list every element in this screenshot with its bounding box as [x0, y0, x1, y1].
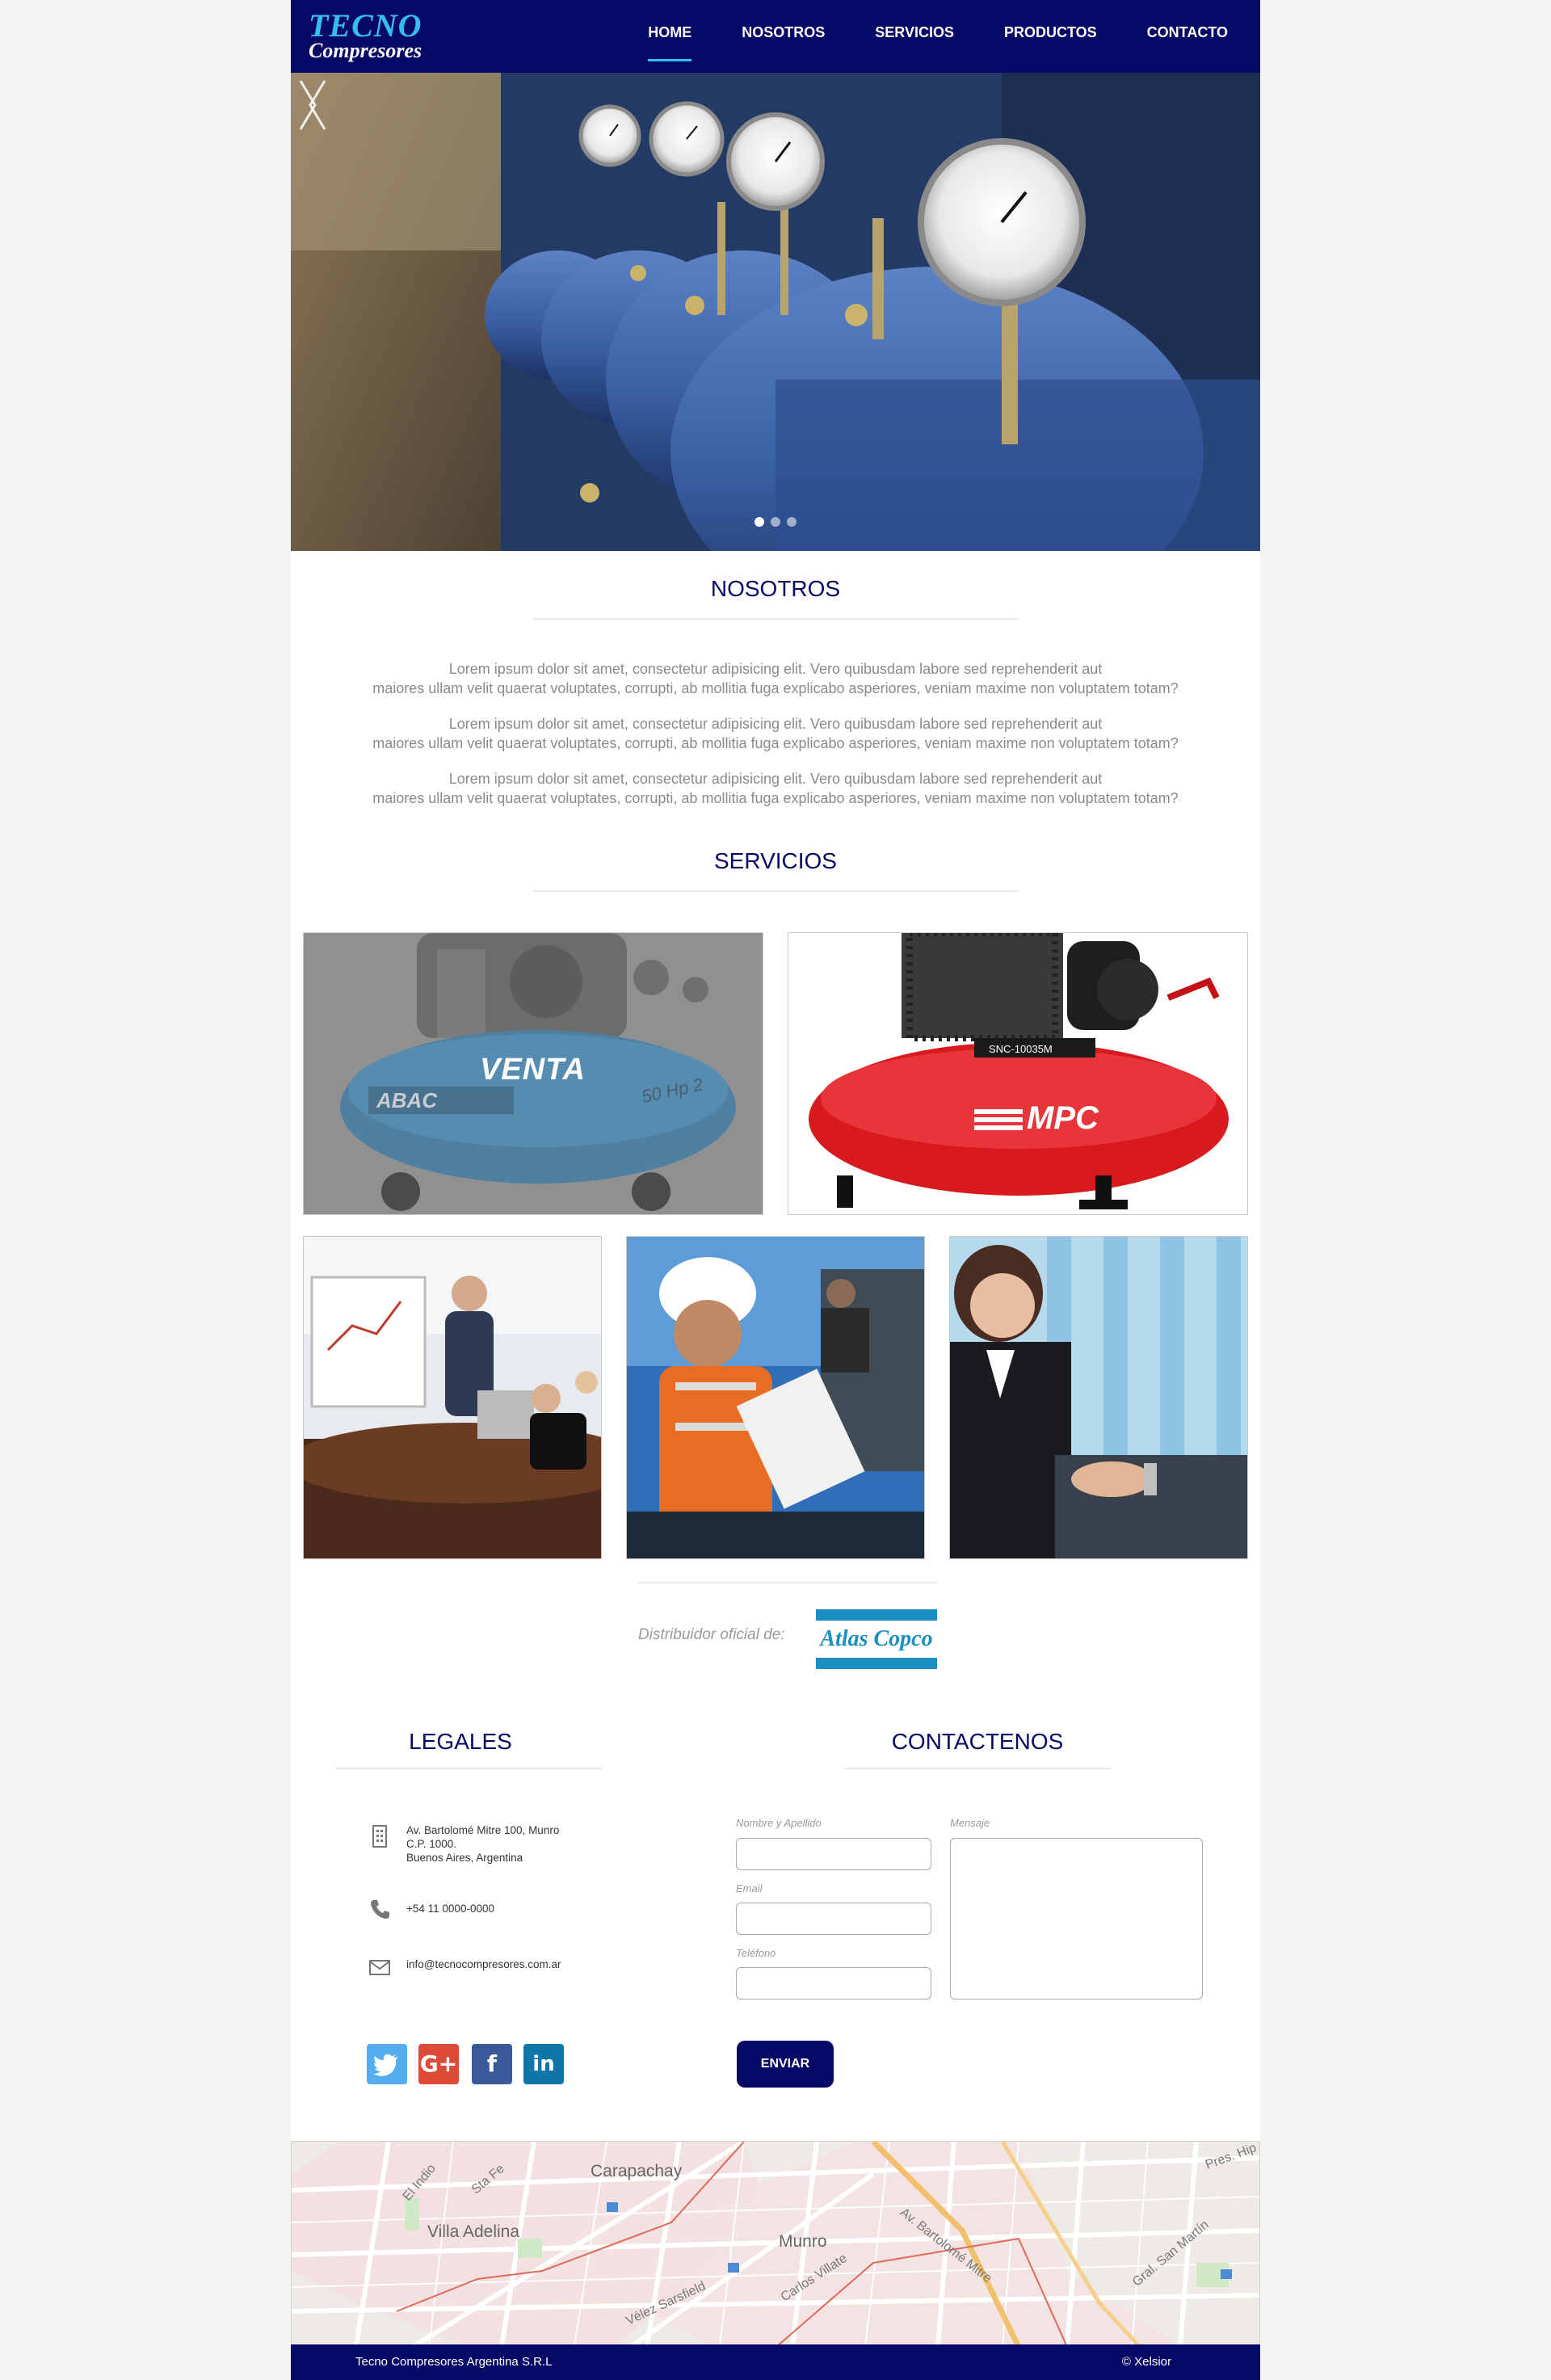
linkedin-icon: in [532, 2052, 555, 2076]
phone-icon [371, 1900, 389, 1919]
carousel-dot-1[interactable] [754, 517, 764, 527]
paragraph-line: Lorem ipsum dolor sit amet, consectetur … [448, 661, 1103, 677]
name-label: Nombre y Apellido [736, 1817, 822, 1829]
carousel-next-arrow[interactable] [291, 73, 323, 137]
nav-productos[interactable]: PRODUCTOS [1004, 0, 1097, 73]
nav-servicios[interactable]: SERVICIOS [875, 0, 954, 73]
twitter-icon [373, 2054, 397, 2076]
email-label: Email [736, 1882, 763, 1894]
servicios-title: SERVICIOS [714, 848, 837, 873]
venta-label: VENTA [480, 1053, 586, 1087]
email-text[interactable]: info@tecnocompresores.com.ar [406, 1957, 561, 1971]
paragraph-line: Lorem ipsum dolor sit amet, consectetur … [448, 771, 1103, 787]
envelope-icon [369, 1960, 390, 1975]
compressor-mpc-image: SNC-10035M MPC [788, 933, 1247, 1214]
service-tile-atencion[interactable] [949, 1236, 1248, 1559]
email-input[interactable] [736, 1903, 931, 1935]
atlas-copco-logo[interactable]: Atlas Copco [816, 1609, 937, 1669]
paragraph-line: Lorem ipsum dolor sit amet, consectetur … [448, 716, 1103, 732]
svg-text:SNC-10035M: SNC-10035M [989, 1043, 1053, 1055]
facebook-icon: f [486, 2050, 498, 2077]
nav-contacto[interactable]: CONTACTO [1147, 0, 1228, 73]
phone-label: Teléfono [736, 1947, 776, 1959]
phone-row: +54 11 0000-0000 [368, 1897, 610, 1921]
engineer-photo [627, 1237, 924, 1558]
location-map[interactable]: Carapachay Villa Adelina Munro El Indio … [291, 2141, 1260, 2346]
twitter-button[interactable] [367, 2044, 407, 2084]
nosotros-title: NOSOTROS [710, 576, 841, 601]
svg-text:MPC: MPC [1027, 1100, 1099, 1136]
map-label-munro: Munro [779, 2232, 827, 2251]
address-text: Av. Bartolomé Mitre 100, Munro C.P. 1000… [406, 1824, 560, 1864]
message-label: Mensaje [950, 1817, 990, 1829]
svg-text:Atlas Copco: Atlas Copco [818, 1626, 932, 1651]
carousel-dot-2[interactable] [771, 517, 780, 527]
distribuidor-text: Distribuidor oficial de: [638, 1626, 785, 1643]
logo-line-2: Compresores [309, 39, 422, 62]
name-input[interactable] [736, 1838, 931, 1870]
logo[interactable]: TECNO Compresores [309, 10, 446, 65]
paragraph-line: maiores ullam velit quaerat voluptates, … [372, 790, 1179, 806]
page: TECNO Compresores HOME NOSOTROS SERVICIO… [291, 0, 1260, 2380]
send-button[interactable]: ENVIAR [737, 2041, 834, 2088]
logo-line-1: TECNO [309, 7, 422, 44]
nav-home[interactable]: HOME [648, 0, 692, 73]
paragraph-line: maiores ullam velit quaerat voluptates, … [372, 680, 1179, 696]
hero-carousel [291, 73, 1260, 551]
service-tile-mpc[interactable]: SNC-10035M MPC [788, 932, 1248, 1215]
google-plus-icon: G+ [419, 2050, 458, 2077]
service-tile-venta[interactable]: ABAC 50 Hp 2 VENTA [303, 932, 763, 1215]
facebook-button[interactable]: f [472, 2044, 512, 2084]
phone-text: +54 11 0000-0000 [406, 1903, 494, 1915]
building-icon [372, 1825, 387, 1848]
nosotros-paragraph: Lorem ipsum dolor sit amet, consectetur … [291, 714, 1260, 753]
message-textarea[interactable] [950, 1838, 1203, 1999]
carousel-indicators [291, 517, 1260, 527]
map-label-carapachay: Carapachay [591, 2162, 683, 2180]
meeting-photo [304, 1237, 601, 1558]
address-row: Av. Bartolomé Mitre 100, Munro C.P. 1000… [368, 1823, 610, 1872]
main-nav: HOME NOSOTROS SERVICIOS PRODUCTOS CONTAC… [598, 0, 1228, 73]
footer-credit[interactable]: © Xelsior [1122, 2355, 1171, 2369]
legales-divider [335, 1768, 602, 1769]
hero-image [291, 73, 1260, 551]
email-row: info@tecnocompresores.com.ar [368, 1955, 610, 1979]
site-footer: Tecno Compresores Argentina S.R.L © Xels… [291, 2344, 1260, 2380]
handshake-photo [950, 1237, 1247, 1558]
google-plus-button[interactable]: G+ [418, 2044, 459, 2084]
paragraph-line: maiores ullam velit quaerat voluptates, … [372, 735, 1179, 751]
nav-nosotros[interactable]: NOSOTROS [742, 0, 825, 73]
distribuidor-divider [638, 1582, 937, 1583]
carousel-dot-3[interactable] [787, 517, 797, 527]
nosotros-paragraph: Lorem ipsum dolor sit amet, consectetur … [291, 769, 1260, 808]
map-label-villa-adelina: Villa Adelina [427, 2222, 520, 2241]
contacto-divider [844, 1768, 1111, 1769]
servicios-divider [533, 890, 1018, 892]
legales-title: LEGALES [409, 1729, 512, 1754]
phone-input[interactable] [736, 1967, 931, 1999]
service-tile-tecnico[interactable] [626, 1236, 925, 1559]
site-header: TECNO Compresores HOME NOSOTROS SERVICIO… [291, 0, 1260, 73]
linkedin-button[interactable]: in [523, 2044, 564, 2084]
footer-company: Tecno Compresores Argentina S.R.L [355, 2355, 553, 2369]
nosotros-divider [533, 618, 1018, 620]
contacto-title: CONTACTENOS [891, 1729, 1064, 1754]
nosotros-paragraph: Lorem ipsum dolor sit amet, consectetur … [291, 659, 1260, 698]
service-tile-consultoria[interactable] [303, 1236, 602, 1559]
